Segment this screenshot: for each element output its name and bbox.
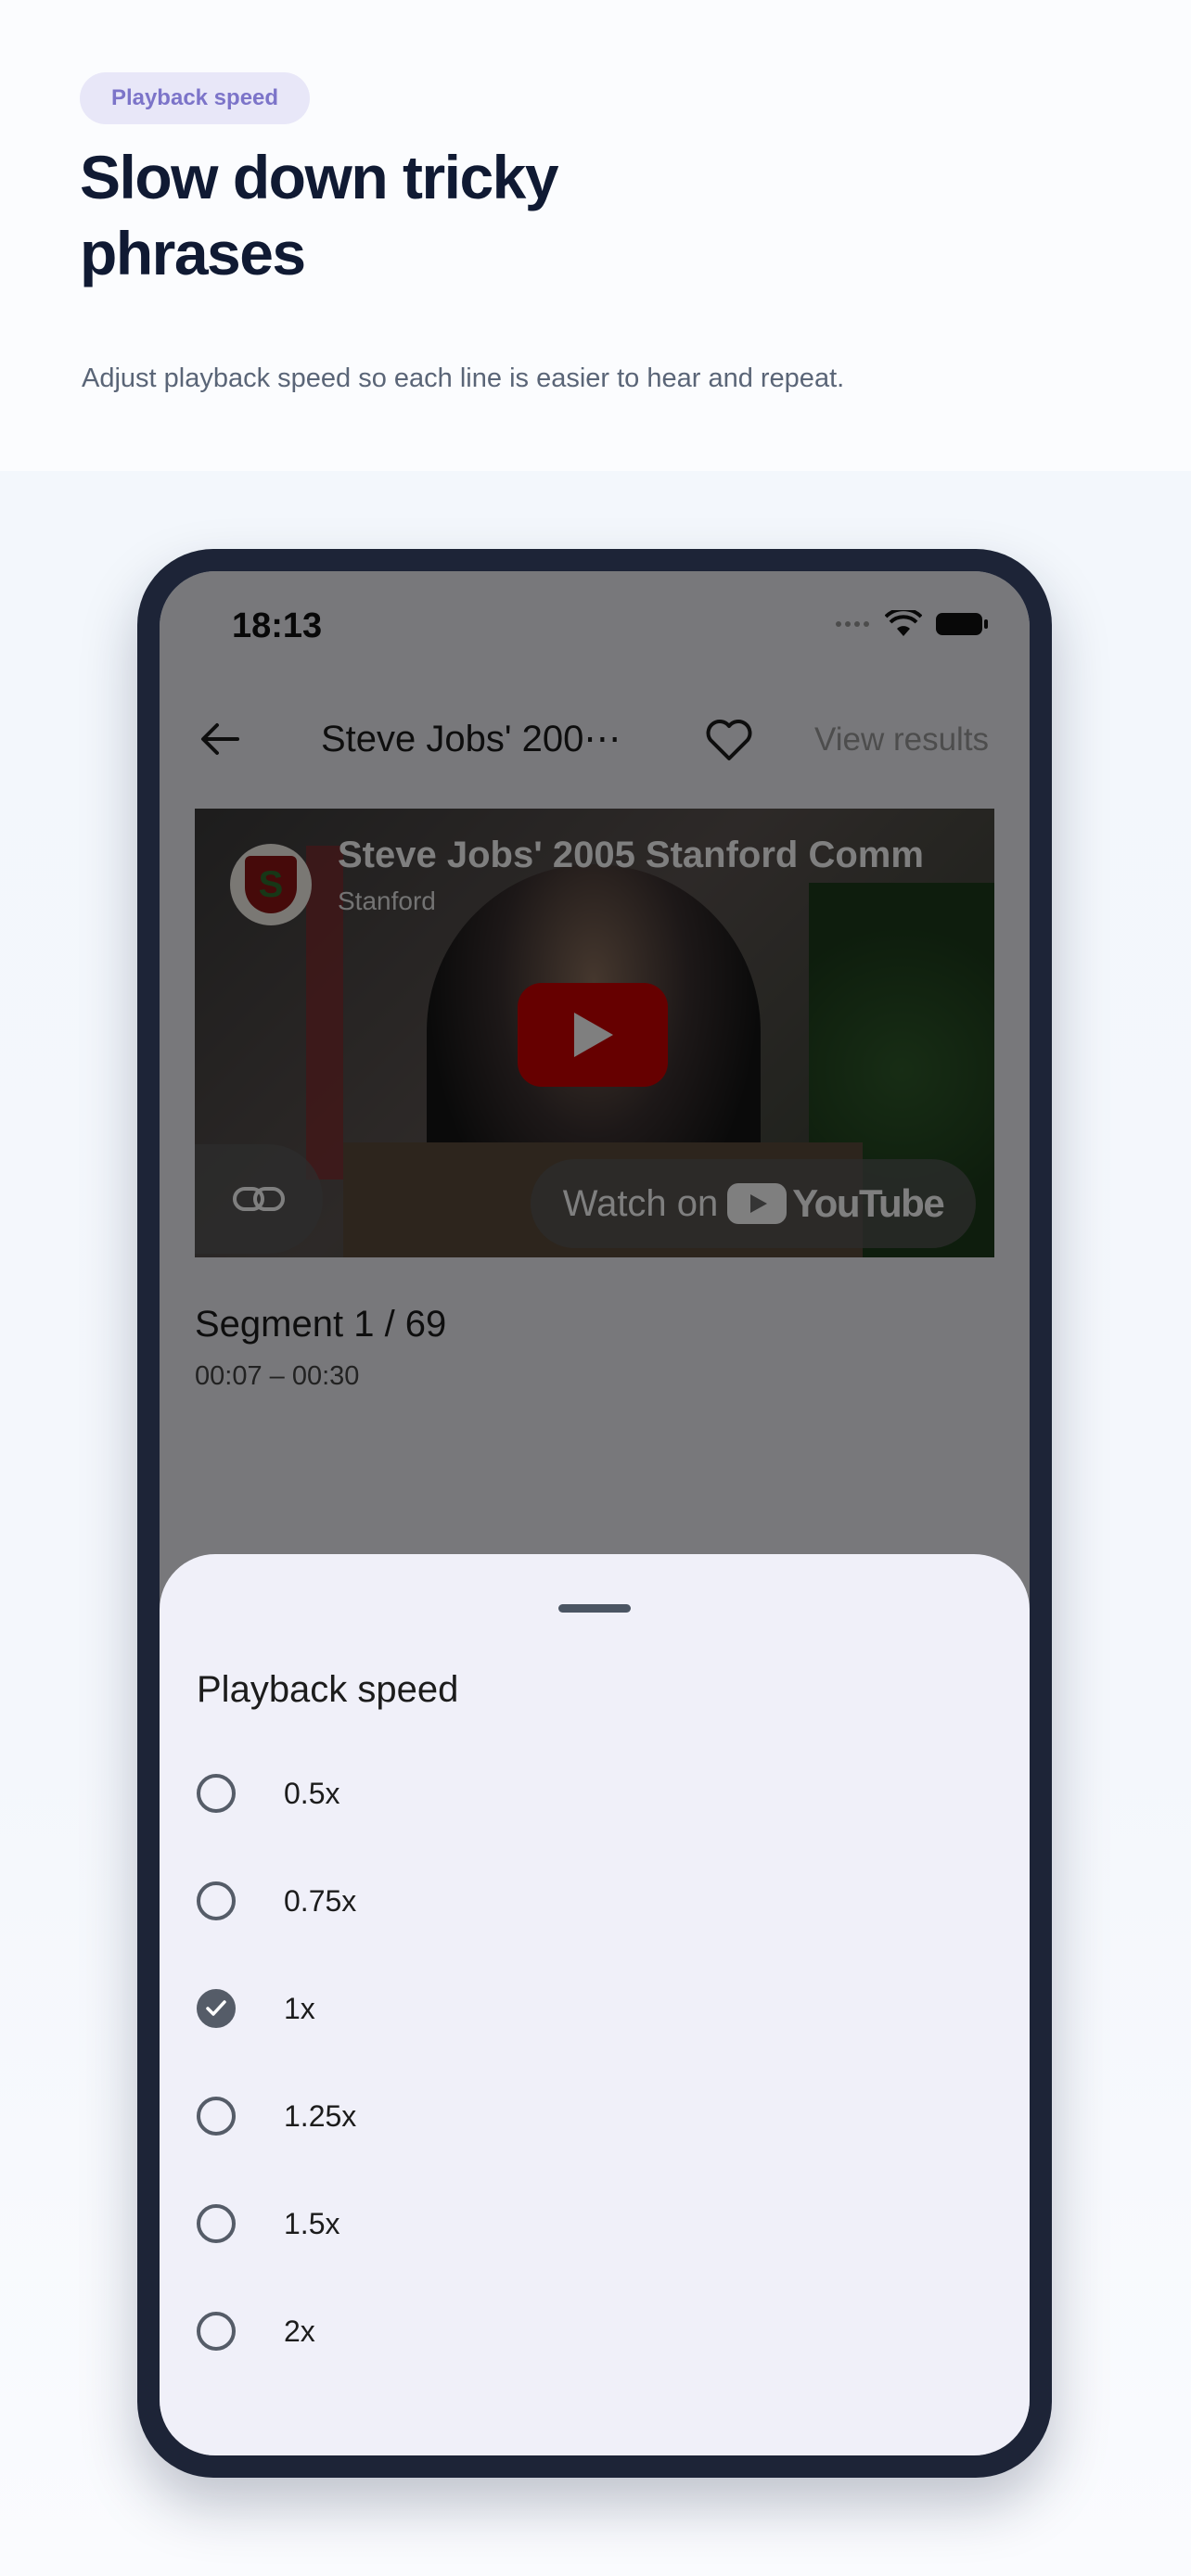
hero-title: Slow down tricky phrases <box>80 143 559 287</box>
speed-option-label: 1.25x <box>284 2098 357 2133</box>
radio-unchecked-icon[interactable] <box>197 2312 236 2351</box>
speed-option-label: 1x <box>284 1991 315 2025</box>
checkmark-icon <box>206 2000 226 2016</box>
speed-option-1x[interactable]: 1x <box>160 1955 1030 2062</box>
speed-option-label: 0.75x <box>284 1883 357 1918</box>
radio-unchecked-icon[interactable] <box>197 2204 236 2243</box>
speed-options: 0.5x 0.75x 1x 1.25x 1.5x 2x <box>160 1740 1030 2385</box>
hero-header: Playback speed Slow down tricky phrases … <box>0 0 1191 471</box>
speed-option-label: 1.5x <box>284 2206 340 2240</box>
sheet-drag-handle[interactable] <box>558 1604 631 1613</box>
radio-unchecked-icon[interactable] <box>197 2097 236 2136</box>
speed-option-label: 0.5x <box>284 1776 340 1810</box>
phone-frame: 18:13 Steve Job <box>137 549 1052 2478</box>
radio-unchecked-icon[interactable] <box>197 1881 236 1920</box>
speed-option-2x[interactable]: 2x <box>160 2277 1030 2385</box>
speed-option-0-75x[interactable]: 0.75x <box>160 1847 1030 1955</box>
speed-option-label: 2x <box>284 2314 315 2348</box>
feature-badge: Playback speed <box>80 72 310 124</box>
speed-option-1-25x[interactable]: 1.25x <box>160 2062 1030 2170</box>
playback-speed-sheet: Playback speed 0.5x 0.75x 1x 1.25x 1.5x … <box>160 1554 1030 2455</box>
hero-subtitle: Adjust playback speed so each line is ea… <box>82 363 845 393</box>
radio-checked-icon[interactable] <box>197 1989 236 2028</box>
sheet-title: Playback speed <box>197 1669 459 1710</box>
speed-option-0-5x[interactable]: 0.5x <box>160 1740 1030 1847</box>
speed-option-1-5x[interactable]: 1.5x <box>160 2170 1030 2277</box>
phone-screen: 18:13 Steve Job <box>160 571 1030 2455</box>
radio-unchecked-icon[interactable] <box>197 1774 236 1813</box>
